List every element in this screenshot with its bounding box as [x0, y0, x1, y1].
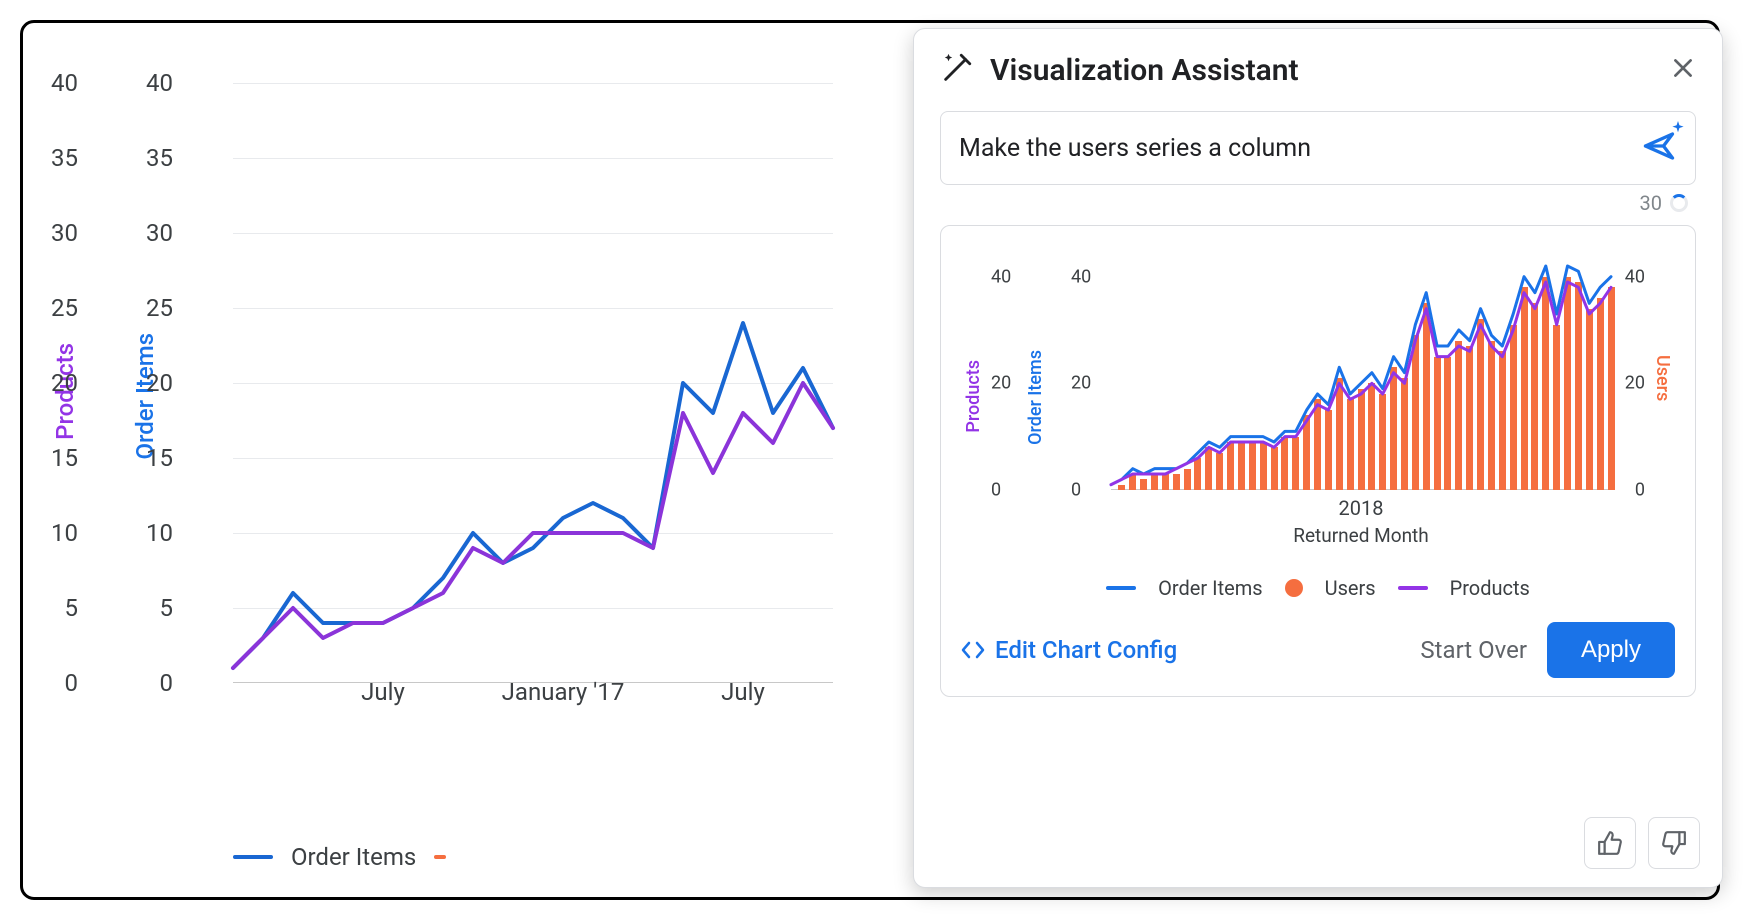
preview-y-label-products: Products [963, 360, 984, 433]
y-tick: 5 [160, 594, 174, 622]
y-tick: 25 [51, 294, 78, 322]
y-tick: 35 [146, 144, 173, 172]
y-tick: 40 [1071, 266, 1091, 287]
preview-y-label-users: Users [1652, 355, 1673, 401]
legend-label-products: Products [1450, 576, 1530, 600]
y-tick: 30 [51, 219, 78, 247]
preview-x-title: Returned Month [1111, 524, 1611, 547]
thumbs-down-button[interactable] [1648, 817, 1700, 869]
x-tick-july-2: July [721, 678, 765, 706]
y-tick: 20 [146, 369, 173, 397]
main-chart: Products Order Items 0510152025303540 05… [53, 63, 853, 853]
y-tick: 0 [160, 669, 174, 697]
y-tick: 30 [146, 219, 173, 247]
y-tick: 40 [991, 266, 1011, 287]
edit-chart-config-button[interactable]: Edit Chart Config [961, 636, 1177, 664]
legend-swatch-products [1398, 586, 1428, 590]
legend-label-users: Users [1325, 576, 1376, 600]
counter-row: 30 [940, 185, 1696, 225]
edit-chart-config-label: Edit Chart Config [995, 636, 1177, 664]
legend-swatch-order-items [233, 855, 273, 859]
y-tick: 25 [146, 294, 173, 322]
y-tick: 40 [1625, 266, 1645, 287]
main-chart-lines [233, 83, 833, 683]
loading-spinner-icon [1670, 194, 1688, 212]
y-tick: 20 [991, 373, 1011, 394]
y-tick: 0 [1635, 480, 1645, 501]
y-tick: 0 [1071, 480, 1081, 501]
y-tick: 20 [51, 369, 78, 397]
send-button[interactable] [1641, 128, 1677, 168]
preview-lines [1111, 250, 1611, 490]
legend-swatch-users-partial [434, 855, 446, 859]
preview-legend: Order Items Users Products [961, 576, 1675, 600]
preview-actions: Edit Chart Config Start Over Apply [961, 622, 1675, 678]
y-tick: 20 [1071, 373, 1091, 394]
y-tick: 20 [1625, 373, 1645, 394]
app-frame: Products Order Items 0 5 10 15 20 25 30 35 40 0 5… [20, 20, 1720, 900]
main-plot-area [233, 83, 833, 683]
close-button[interactable] [1670, 55, 1696, 85]
y-tick: 0 [65, 669, 79, 697]
panel-title: Visualization Assistant [990, 53, 1654, 88]
main-chart-legend: Order Items [233, 843, 446, 871]
sparkle-icon [1671, 120, 1685, 139]
apply-button[interactable]: Apply [1547, 622, 1675, 678]
thumbs-up-button[interactable] [1584, 817, 1636, 869]
visualization-assistant-panel: Visualization Assistant Make the users s… [913, 28, 1723, 888]
counter-value: 30 [1640, 191, 1662, 215]
y-tick: 5 [65, 594, 79, 622]
legend-swatch-users [1285, 579, 1303, 597]
y-tick: 40 [51, 69, 78, 97]
y-tick: 15 [146, 444, 173, 472]
preview-y-label-order-items: Order Items [1025, 350, 1046, 445]
feedback-buttons [1584, 817, 1700, 869]
legend-label-order-items: Order Items [1158, 576, 1262, 600]
legend-label-order-items: Order Items [291, 843, 416, 871]
y-tick: 10 [146, 519, 173, 547]
preview-plot-area [1111, 250, 1611, 490]
y-tick: 10 [51, 519, 78, 547]
y-tick: 40 [146, 69, 173, 97]
y-tick: 35 [51, 144, 78, 172]
y-tick: 0 [991, 480, 1001, 501]
prompt-input-row[interactable]: Make the users series a column [940, 111, 1696, 185]
prompt-text[interactable]: Make the users series a column [959, 134, 1629, 163]
y-tick: 15 [51, 444, 78, 472]
magic-wand-icon [940, 51, 974, 89]
start-over-button[interactable]: Start Over [1420, 636, 1527, 664]
preview-x-year: 2018 [1111, 496, 1611, 520]
preview-chart: Products Order Items Users 0 20 40 0 20 40 0… [961, 240, 1675, 570]
chart-preview-card: Products Order Items Users 0 20 40 0 20 40 0… [940, 225, 1696, 697]
panel-header: Visualization Assistant [940, 51, 1696, 89]
legend-swatch-order-items [1106, 586, 1136, 590]
x-tick-july-1: July [361, 678, 405, 706]
x-tick-january-17: January '17 [502, 678, 625, 706]
